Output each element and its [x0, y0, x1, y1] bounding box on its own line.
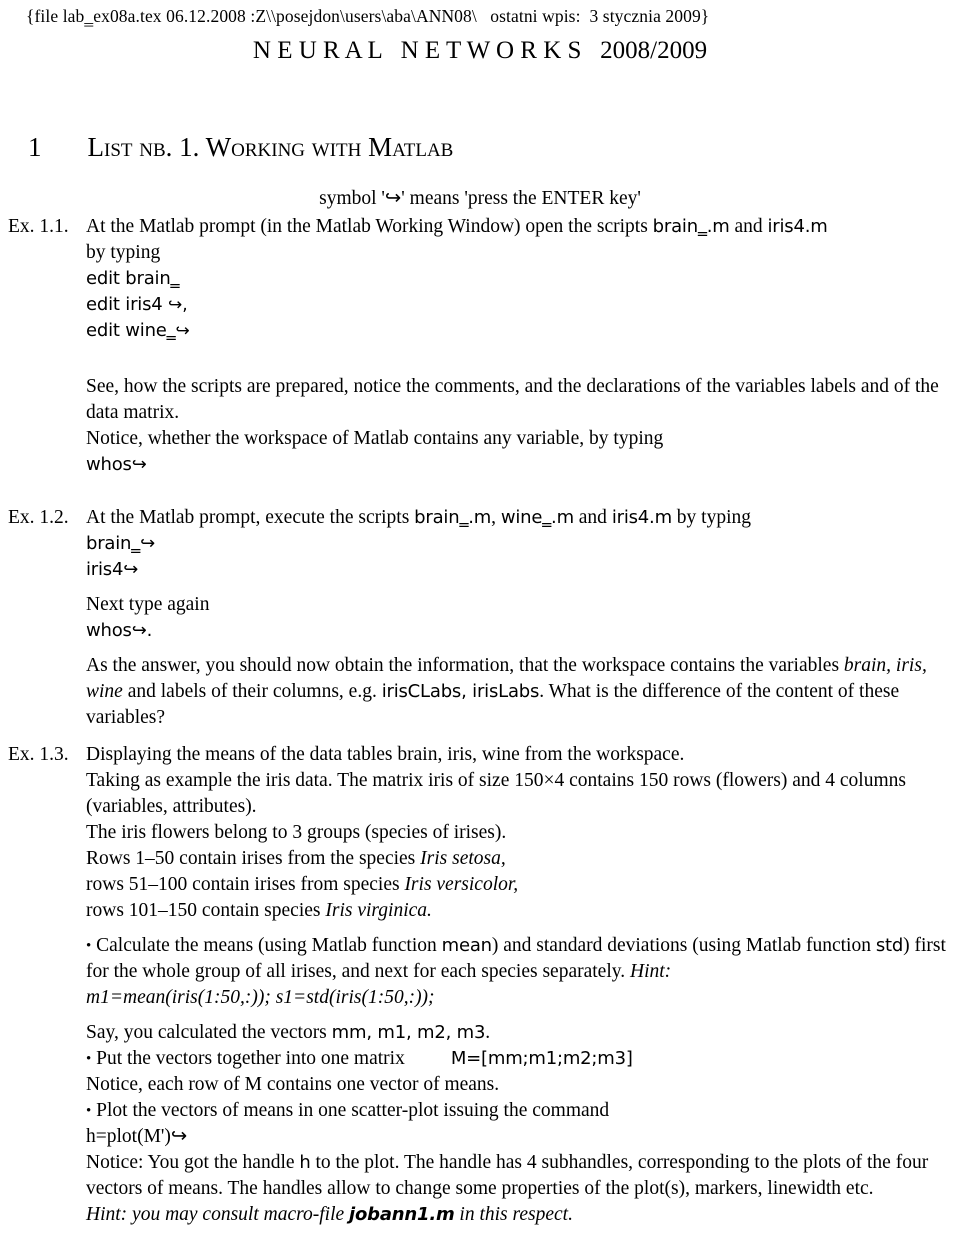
species-row-2: rows 51–100 contain irises from species …	[86, 872, 956, 898]
exercise-1-3: Ex. 1.3. Displaying the means of the dat…	[8, 742, 956, 1228]
species-name: Iris versicolor,	[404, 874, 519, 895]
intro-text-a: At the Matlab prompt, execute the script…	[86, 507, 415, 528]
exercise-1-3-line-2: Taking as example the iris data. The mat…	[86, 770, 906, 817]
exercise-1-2-intro: At the Matlab prompt, execute the script…	[86, 505, 956, 531]
exercise-1-1-para-2: Notice, whether the workspace of Matlab …	[86, 428, 664, 449]
conjunction-and: and	[573, 507, 612, 528]
answer-text-b: and labels of their columns, e.g.	[122, 681, 382, 702]
by-typing-label: by typing	[86, 242, 161, 263]
command-brain: brain‗↪	[86, 531, 956, 557]
command-text: iris4↪	[86, 559, 139, 580]
command-edit-iris4: edit iris4 ↪,	[86, 292, 956, 318]
macro-file-name: jobann1.m	[349, 1204, 455, 1225]
exercise-1-2-body: At the Matlab prompt, execute the script…	[86, 505, 956, 731]
document-title: N E U R A L N E T W O R K S 2008/2009	[252, 37, 708, 64]
vector-names: mm, m1, m2, m3	[331, 1022, 486, 1043]
command-whos-again: whos↪.	[86, 618, 956, 644]
vertical-gap	[86, 1011, 956, 1020]
handle-variable: h	[299, 1152, 311, 1173]
command-text: whos↪.	[86, 620, 153, 641]
hint-macro-file-line: Hint: you may consult macro-file jobann1…	[86, 1202, 956, 1228]
bullet-icon: •	[86, 1103, 92, 1119]
command-text: whos↪	[86, 454, 147, 475]
hint-text-b: in this respect.	[454, 1204, 573, 1225]
code-line-plot: h=plot(M')↪	[86, 1126, 188, 1147]
exercise-1-3-line-1: Displaying the means of the data tables …	[86, 744, 685, 765]
script-name-iris4: iris4.m	[767, 216, 828, 237]
row-range-text: Rows 1–50 contain irises from the specie…	[86, 848, 421, 869]
command-text: edit brain‗	[86, 268, 180, 289]
exercise-1-2-label: Ex. 1.2.	[8, 507, 69, 528]
exercise-1-3-line-3: The iris flowers belong to 3 groups (spe…	[86, 822, 507, 843]
bullet-icon: •	[86, 938, 92, 954]
hint-text-a: Hint: you may consult macro-file	[86, 1204, 350, 1225]
notice-handle-para: Notice: You got the handle h to the plot…	[86, 1150, 956, 1202]
bullet-item-put-vectors: • Put the vectors together into one matr…	[86, 1046, 956, 1072]
notice-text-a: Notice: You got the handle	[86, 1152, 300, 1173]
script-name-brain: brain‗.m	[652, 216, 730, 237]
species-name: Iris virginica.	[325, 900, 432, 921]
intro-text-a: At the Matlab prompt (in the Matlab Work…	[86, 216, 653, 237]
species-row-1: Rows 1–50 contain irises from the specie…	[86, 846, 956, 872]
script-name-brain: brain‗.m	[414, 507, 492, 528]
answer-text-a: As the answer, you should now obtain the…	[86, 655, 844, 676]
command-whos: whos↪	[86, 452, 956, 478]
say-vectors-line: Say, you calculated the vectors mm, m1, …	[86, 1020, 956, 1046]
vertical-gap	[86, 644, 956, 653]
document-page: {file lab‗ex08a.tex 06.12.2008 :Z\\posej…	[0, 0, 960, 1259]
species-row-3: rows 101–150 contain species Iris virgin…	[86, 898, 956, 924]
vertical-gap	[86, 924, 956, 933]
command-iris4: iris4↪	[86, 557, 956, 583]
command-text: edit iris4	[86, 294, 169, 315]
function-std: std	[875, 935, 904, 956]
exercise-1-2: Ex. 1.2. At the Matlab prompt, execute t…	[8, 505, 956, 731]
command-text: brain‗↪	[86, 533, 155, 554]
section-title: List nb. 1. Working with Matlab	[87, 132, 454, 162]
hint-label: Hint:	[630, 961, 672, 982]
next-type-again-label: Next type again	[86, 594, 210, 615]
label-variable-names: irisCLabs, irisLabs	[381, 681, 540, 702]
bullet-text-b: ) and standard deviations (using Matlab …	[491, 935, 876, 956]
section-heading: 1 List nb. 1. Working with Matlab	[28, 130, 453, 164]
say-text-a: Say, you calculated the vectors	[86, 1022, 332, 1043]
vertical-gap	[86, 583, 956, 592]
row-range-text: rows 51–100 contain irises from species	[86, 874, 405, 895]
intro-text-tail: by typing	[671, 507, 751, 528]
file-header-line: {file lab‗ex08a.tex 06.12.2008 :Z\\posej…	[26, 6, 710, 26]
exercise-1-3-body: Displaying the means of the data tables …	[86, 742, 956, 1228]
enter-key-note: symbol '↪' means 'press the ENTER key'	[319, 188, 641, 209]
command-edit-wine: edit wine‗↪	[86, 318, 956, 344]
script-name-iris4: iris4.m	[611, 507, 672, 528]
comma-1: ,	[491, 507, 501, 528]
exercise-1-1-body: At the Matlab prompt (in the Matlab Work…	[86, 214, 956, 478]
species-name: Iris setosa,	[420, 848, 506, 869]
exercise-1-1-label: Ex. 1.1.	[8, 216, 69, 237]
bullet-item-plot: • Plot the vectors of means in one scatt…	[86, 1098, 956, 1124]
exercise-1-1-para-1: See, how the scripts are prepared, notic…	[86, 376, 939, 423]
section-number: 1	[28, 132, 42, 162]
bullet-text: Put the vectors together into one matrix	[96, 1048, 405, 1069]
bullet-icon: •	[86, 1051, 92, 1067]
conjunction-and: and	[729, 216, 768, 237]
function-mean: mean	[441, 935, 492, 956]
enter-arrow-icon: ↪	[175, 321, 190, 341]
code-line-means: m1=mean(iris(1:50,:)); s1=std(iris(1:50,…	[86, 985, 956, 1011]
command-text: edit wine‗	[86, 320, 176, 341]
bullet-text: Plot the vectors of means in one scatter…	[96, 1100, 610, 1121]
say-text-b: .	[485, 1022, 491, 1043]
bullet-text-a: Calculate the means (using Matlab functi…	[96, 935, 442, 956]
notice-row-line: Notice, each row of M contains one vecto…	[86, 1074, 500, 1095]
bullet-item-calculate: • Calculate the means (using Matlab func…	[86, 933, 956, 985]
exercise-1-1-intro: At the Matlab prompt (in the Matlab Work…	[86, 214, 956, 240]
row-range-text: rows 101–150 contain species	[86, 900, 326, 921]
script-name-wine: wine‗.m	[500, 507, 574, 528]
matrix-expression: M=[mm;m1;m2;m3]	[450, 1048, 633, 1069]
enter-arrow-icon: ↪,	[168, 295, 188, 315]
exercise-1-3-label: Ex. 1.3.	[8, 744, 69, 765]
exercise-1-2-answer: As the answer, you should now obtain the…	[86, 653, 956, 731]
vertical-gap	[86, 344, 956, 374]
exercise-1-1: Ex. 1.1. At the Matlab prompt (in the Ma…	[8, 214, 956, 478]
code-text: m1=mean(iris(1:50,:)); s1=std(iris(1:50,…	[86, 987, 435, 1008]
command-edit-brain: edit brain‗	[86, 266, 956, 292]
